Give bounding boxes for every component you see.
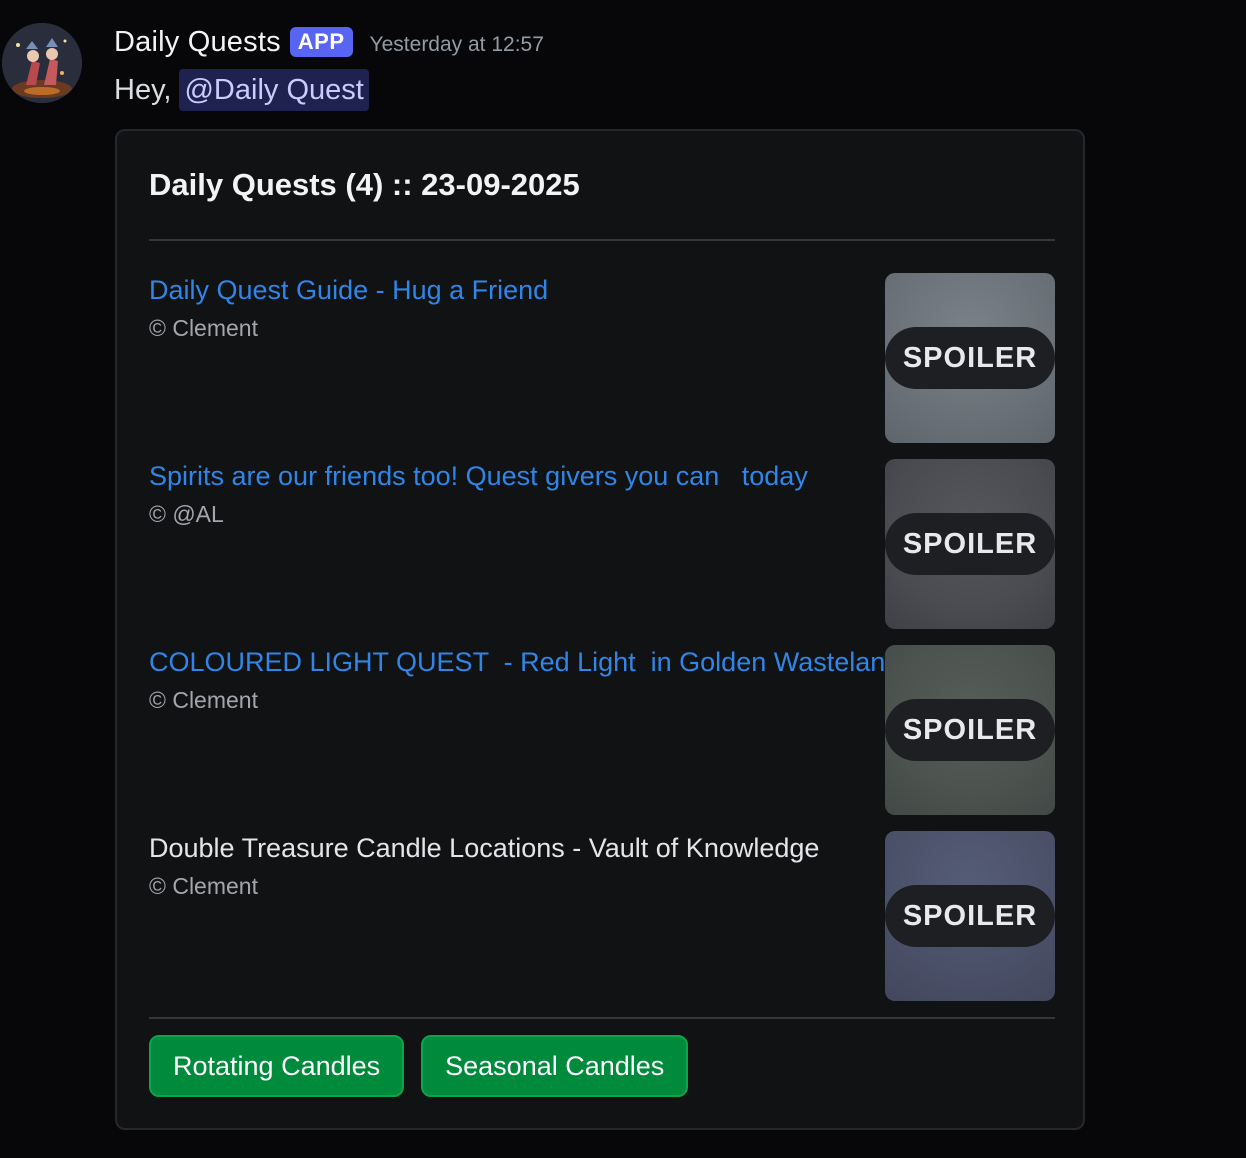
quest-title-link[interactable]: COLOURED LIGHT QUEST - Red Light in Gold… (149, 647, 900, 678)
greeting-text: Hey, (114, 73, 172, 106)
spoiler-thumbnail[interactable]: SPOILER (885, 459, 1055, 629)
spoiler-label: SPOILER (885, 885, 1055, 947)
quest-title-link[interactable]: Daily Quest Guide - Hug a Friend (149, 275, 548, 306)
quest-embed: Daily Quests (4) :: 23-09-2025 Daily Que… (115, 129, 1085, 1130)
bot-avatar[interactable] (2, 23, 82, 103)
embed-divider-bottom (149, 1017, 1055, 1019)
spoiler-label: SPOILER (885, 699, 1055, 761)
embed-title: Daily Quests (4) :: 23-09-2025 (149, 167, 580, 202)
rotating-candles-button[interactable]: Rotating Candles (149, 1035, 405, 1097)
quest-item: Daily Quest Guide - Hug a Friend © Cleme… (149, 273, 1055, 443)
user-mention[interactable]: @Daily Quest (179, 69, 369, 111)
quest-item: Spirits are our friends too! Quest giver… (149, 459, 1055, 629)
quest-author: © Clement (149, 873, 258, 899)
message-timestamp[interactable]: Yesterday at 12:57 (370, 33, 544, 57)
spoiler-thumbnail[interactable]: SPOILER (885, 831, 1055, 1001)
author-name[interactable]: Daily Quests (114, 26, 281, 59)
app-badge: APP (289, 27, 353, 57)
spoiler-thumbnail[interactable]: SPOILER (885, 645, 1055, 815)
quest-title-link[interactable]: Spirits are our friends too! Quest giver… (149, 461, 808, 492)
seasonal-candles-button[interactable]: Seasonal Candles (421, 1035, 689, 1097)
quest-item: Double Treasure Candle Locations - Vault… (149, 831, 1055, 1001)
embed-divider-top (149, 239, 1055, 241)
spoiler-thumbnail[interactable]: SPOILER (885, 273, 1055, 443)
quest-title: Double Treasure Candle Locations - Vault… (149, 833, 820, 863)
spoiler-label: SPOILER (885, 513, 1055, 575)
quest-author: © Clement (149, 315, 258, 341)
avatar-illustration-icon (2, 23, 82, 103)
message-header: Daily Quests APP Yesterday at 12:57 (114, 22, 544, 62)
quest-author: © Clement (149, 687, 258, 713)
spoiler-label: SPOILER (885, 327, 1055, 389)
chat-message: Daily Quests APP Yesterday at 12:57 Hey,… (0, 0, 1246, 1158)
quest-author: © @AL (149, 501, 224, 527)
message-content: Hey, @Daily Quest (114, 68, 369, 112)
quest-item: COLOURED LIGHT QUEST - Red Light in Gold… (149, 645, 1055, 815)
action-row: Rotating Candles Seasonal Candles (149, 1035, 689, 1097)
